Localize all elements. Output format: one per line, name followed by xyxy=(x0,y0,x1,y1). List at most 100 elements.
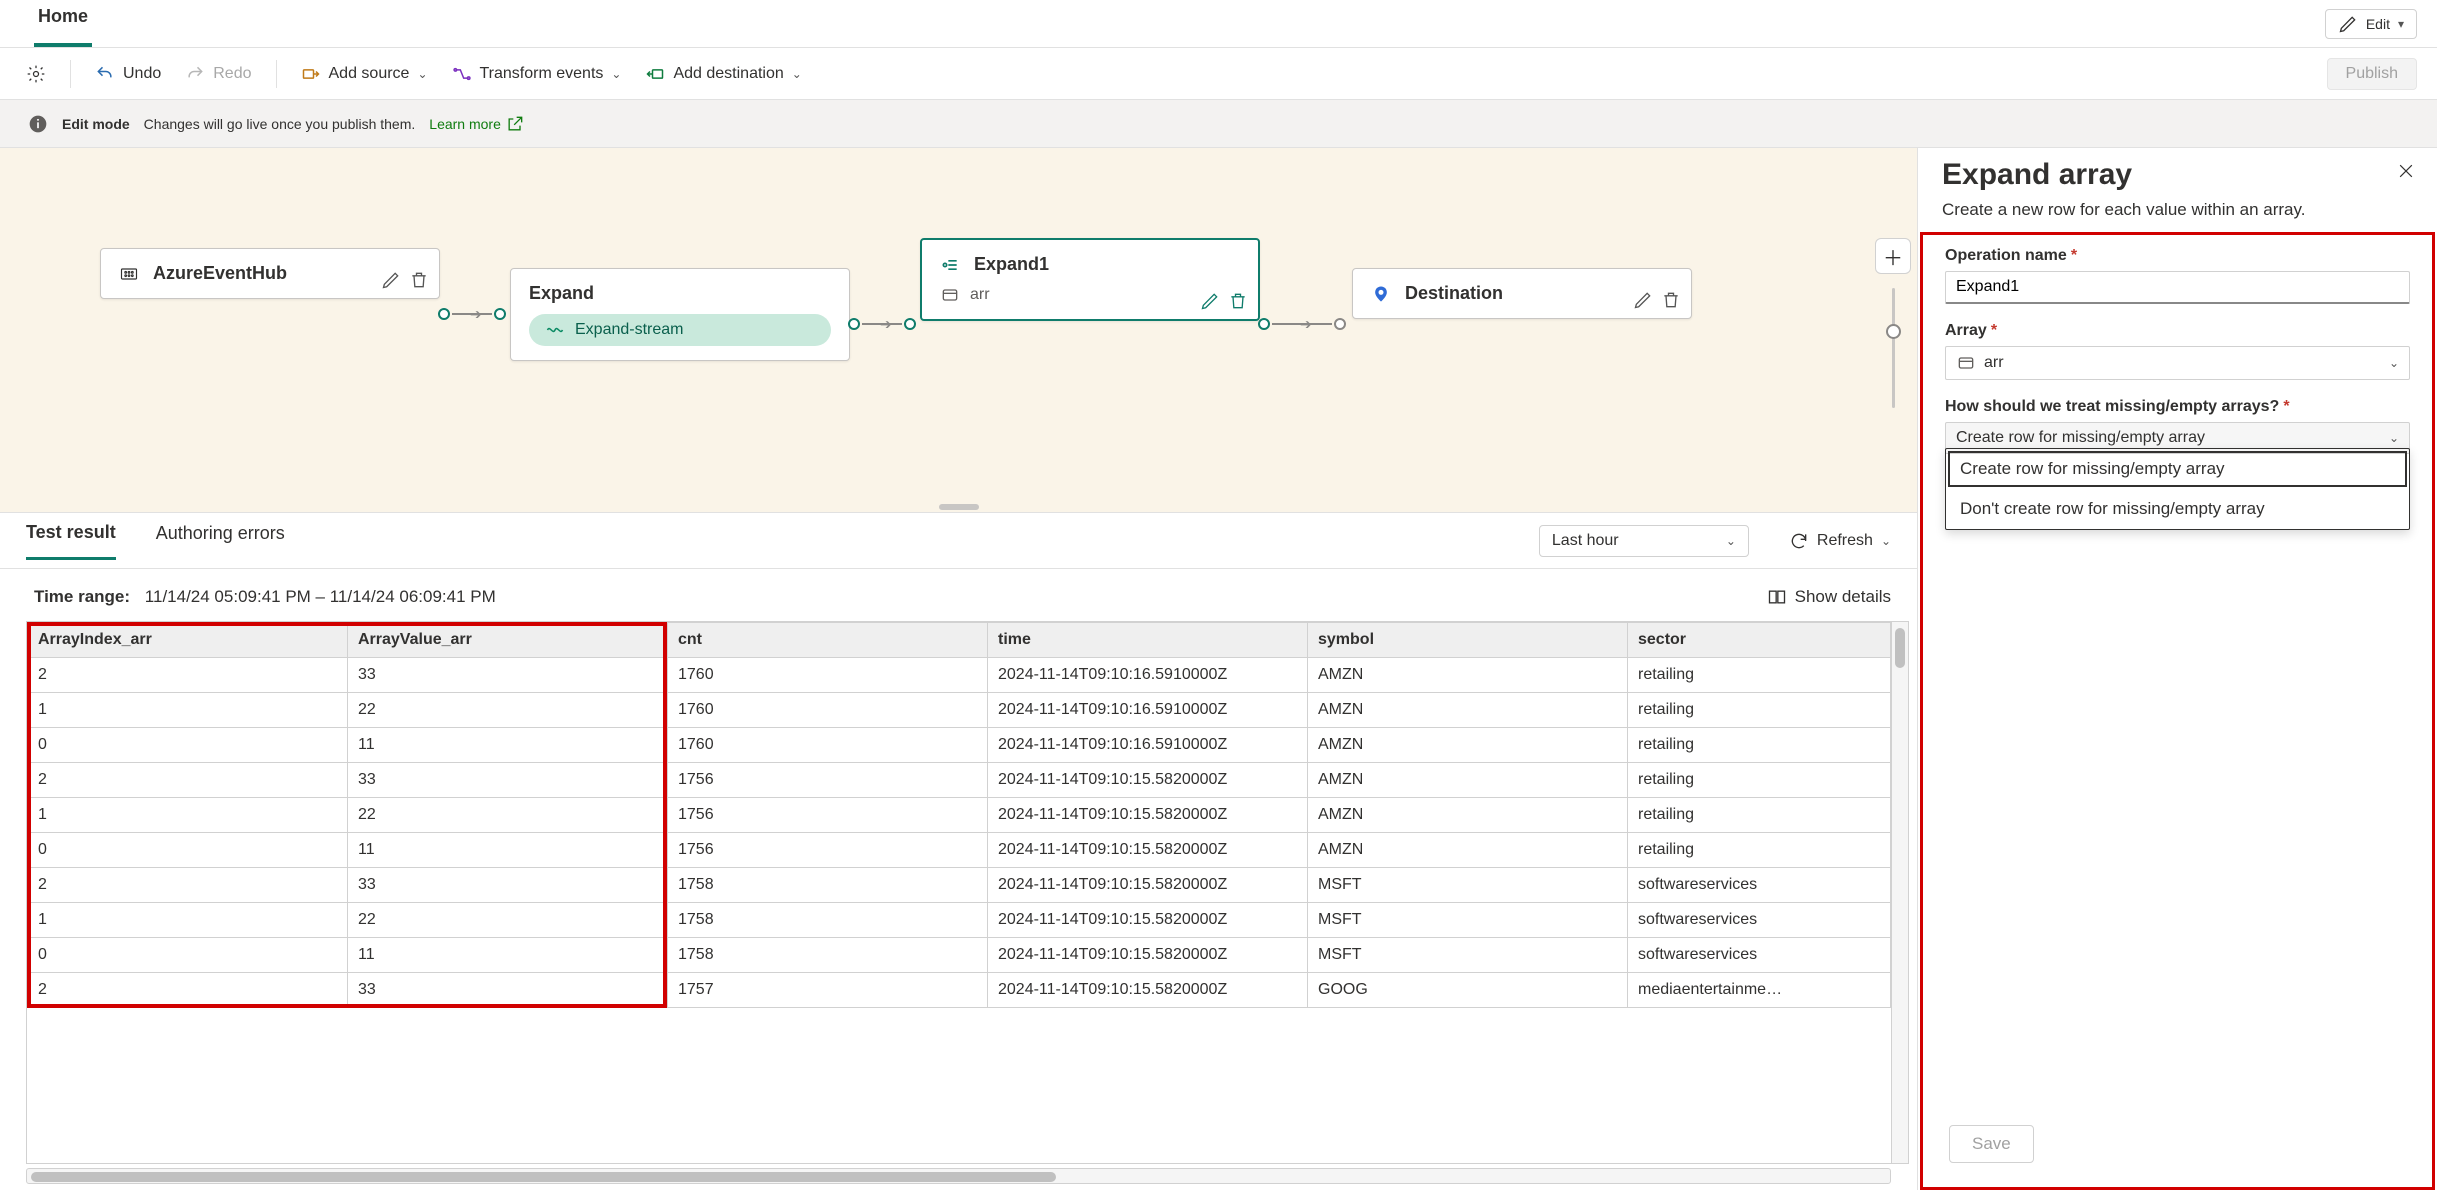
table-row[interactable]: 23317582024-11-14T09:10:15.5820000ZMSFTs… xyxy=(28,868,1891,903)
column-header[interactable]: ArrayIndex_arr xyxy=(28,623,348,658)
zoom-slider-thumb[interactable] xyxy=(1886,324,1901,339)
add-destination-button[interactable]: Add destination ⌄ xyxy=(645,64,801,84)
refresh-label: Refresh xyxy=(1817,532,1873,550)
refresh-button[interactable]: Refresh ⌄ xyxy=(1789,531,1891,551)
column-header[interactable]: ArrayValue_arr xyxy=(348,623,668,658)
vertical-scrollbar[interactable] xyxy=(1891,621,1909,1164)
table-row[interactable]: 23317572024-11-14T09:10:15.5820000ZGOOGm… xyxy=(28,973,1891,1008)
table-row[interactable]: 12217582024-11-14T09:10:15.5820000ZMSFTs… xyxy=(28,903,1891,938)
column-header[interactable]: time xyxy=(988,623,1308,658)
table-cell: 11 xyxy=(348,833,668,868)
scrollbar-thumb[interactable] xyxy=(1895,628,1905,668)
transform-events-button[interactable]: Transform events ⌄ xyxy=(452,64,622,84)
learn-more-link[interactable]: Learn more xyxy=(429,114,525,134)
node-source[interactable]: AzureEventHub xyxy=(100,248,440,299)
array-selector[interactable]: arr ⌄ xyxy=(1945,346,2410,380)
stream-icon xyxy=(545,320,565,340)
table-row[interactable]: 01117582024-11-14T09:10:15.5820000ZMSFTs… xyxy=(28,938,1891,973)
table-cell: 2024-11-14T09:10:15.5820000Z xyxy=(988,833,1308,868)
tab-authoring-errors[interactable]: Authoring errors xyxy=(156,523,285,558)
undo-button[interactable]: Undo xyxy=(95,64,161,84)
tab-test-result[interactable]: Test result xyxy=(26,522,116,560)
pencil-icon[interactable] xyxy=(1200,291,1220,311)
tab-home[interactable]: Home xyxy=(34,0,92,47)
table-cell: 0 xyxy=(28,938,348,973)
node-expand1-sub: arr xyxy=(970,286,990,304)
connector-port[interactable] xyxy=(494,308,506,320)
panel-description: Create a new row for each value within a… xyxy=(1918,196,2437,232)
connector-port[interactable] xyxy=(848,318,860,330)
top-tab-bar: Home Edit ▾ xyxy=(0,0,2437,48)
results-table-scroll[interactable]: ArrayIndex_arrArrayValue_arrcnttimesymbo… xyxy=(26,621,1891,1164)
column-header[interactable]: cnt xyxy=(668,623,988,658)
connector-port[interactable] xyxy=(904,318,916,330)
table-cell: 1760 xyxy=(668,658,988,693)
table-cell: MSFT xyxy=(1308,903,1628,938)
dropdown-option[interactable]: Create row for missing/empty array xyxy=(1946,449,2409,489)
table-row[interactable]: 23317602024-11-14T09:10:16.5910000ZAMZNr… xyxy=(28,658,1891,693)
expand-stream-label: Expand-stream xyxy=(575,321,684,339)
zoom-in-button[interactable]: ＋ xyxy=(1875,238,1911,274)
save-button[interactable]: Save xyxy=(1949,1125,2034,1163)
pencil-icon[interactable] xyxy=(1633,290,1653,310)
table-cell: mediaentertainme… xyxy=(1628,973,1891,1008)
node-expand1[interactable]: Expand1 arr xyxy=(920,238,1260,321)
connector-port[interactable] xyxy=(1258,318,1270,330)
gear-icon[interactable] xyxy=(26,64,46,84)
connector-port[interactable] xyxy=(1334,318,1346,330)
array-label: Array* xyxy=(1945,322,2410,340)
table-cell: 1756 xyxy=(668,798,988,833)
trash-icon[interactable] xyxy=(409,270,429,290)
time-range-selector[interactable]: Last hour ⌄ xyxy=(1539,525,1749,557)
table-cell: 0 xyxy=(28,833,348,868)
edit-dropdown[interactable]: Edit ▾ xyxy=(2325,9,2417,39)
table-row[interactable]: 01117562024-11-14T09:10:15.5820000ZAMZNr… xyxy=(28,833,1891,868)
table-cell: AMZN xyxy=(1308,728,1628,763)
array-icon xyxy=(1956,353,1976,373)
expand-stream-chip[interactable]: Expand-stream xyxy=(529,314,831,346)
array-value: arr xyxy=(1984,354,2004,372)
table-cell: MSFT xyxy=(1308,938,1628,973)
zoom-slider[interactable] xyxy=(1892,288,1895,408)
table-row[interactable]: 01117602024-11-14T09:10:16.5910000ZAMZNr… xyxy=(28,728,1891,763)
table-cell: retailing xyxy=(1628,693,1891,728)
table-cell: 2024-11-14T09:10:15.5820000Z xyxy=(988,903,1308,938)
trash-icon[interactable] xyxy=(1661,290,1681,310)
horizontal-scrollbar[interactable] xyxy=(26,1168,1891,1184)
table-row[interactable]: 12217562024-11-14T09:10:15.5820000ZAMZNr… xyxy=(28,798,1891,833)
pencil-icon[interactable] xyxy=(381,270,401,290)
close-icon[interactable] xyxy=(2393,158,2419,184)
table-cell: retailing xyxy=(1628,658,1891,693)
table-cell: 2 xyxy=(28,868,348,903)
pipeline-canvas[interactable]: AzureEventHub ➔ Expand xyxy=(0,148,1917,513)
table-cell: 2024-11-14T09:10:16.5910000Z xyxy=(988,693,1308,728)
add-destination-icon xyxy=(645,64,665,84)
operation-name-label: Operation name* xyxy=(1945,247,2410,265)
panel-title: Expand array xyxy=(1942,158,2132,192)
table-cell: 0 xyxy=(28,728,348,763)
chevron-down-icon: ⌄ xyxy=(2389,431,2399,445)
node-expand[interactable]: Expand Expand-stream xyxy=(510,268,850,361)
node-source-title: AzureEventHub xyxy=(153,263,287,284)
undo-label: Undo xyxy=(123,65,161,83)
table-row[interactable]: 12217602024-11-14T09:10:16.5910000ZAMZNr… xyxy=(28,693,1891,728)
table-row[interactable]: 23317562024-11-14T09:10:15.5820000ZAMZNr… xyxy=(28,763,1891,798)
column-header[interactable]: symbol xyxy=(1308,623,1628,658)
undo-icon xyxy=(95,64,115,84)
redo-button[interactable]: Redo xyxy=(185,64,251,84)
publish-button[interactable]: Publish xyxy=(2327,58,2417,90)
show-details-toggle[interactable]: Show details xyxy=(1767,587,1891,607)
scrollbar-thumb[interactable] xyxy=(31,1172,1056,1182)
operation-name-input[interactable] xyxy=(1945,271,2410,304)
trash-icon[interactable] xyxy=(1228,291,1248,311)
column-header[interactable]: sector xyxy=(1628,623,1891,658)
transform-icon xyxy=(452,64,472,84)
table-cell: 11 xyxy=(348,728,668,763)
table-cell: softwareservices xyxy=(1628,903,1891,938)
connector-port[interactable] xyxy=(438,308,450,320)
splitter-handle[interactable] xyxy=(0,502,1917,512)
add-source-button[interactable]: Add source ⌄ xyxy=(301,64,428,84)
node-destination[interactable]: Destination xyxy=(1352,268,1692,319)
dropdown-option[interactable]: Don't create row for missing/empty array xyxy=(1946,489,2409,529)
command-bar: Undo Redo Add source ⌄ Transform events … xyxy=(0,48,2437,100)
